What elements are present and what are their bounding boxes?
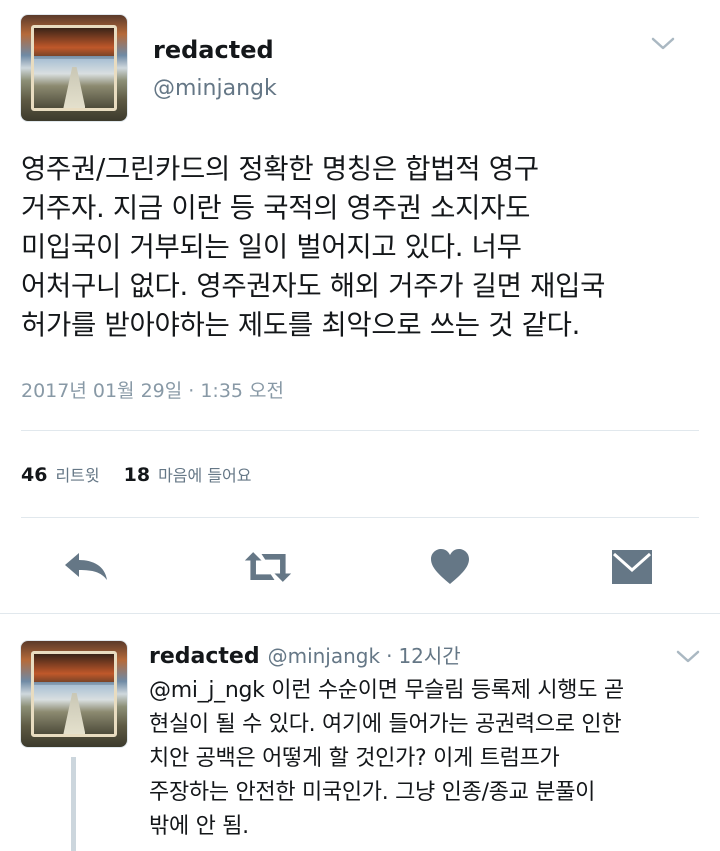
tweet-text: 영주권/그린카드의 정확한 명칭은 합법적 영구 거주자. 지금 이란 등 국적… — [21, 153, 606, 341]
retweet-count[interactable]: 46 — [21, 464, 47, 486]
tweet-stats: 46 리트윗 18 마음에 들어요 — [21, 462, 275, 486]
reply-button[interactable] — [61, 545, 111, 589]
chevron-down-icon[interactable] — [650, 36, 676, 52]
reply-text: @mi_j_ngk 이런 수순이면 무슬림 등록제 시행도 곧 현실이 될 수 … — [149, 678, 624, 839]
envelope-icon — [612, 550, 652, 584]
reply-header: redacted @minjangk · 12시간 — [149, 640, 461, 669]
main-tweet: redacted @minjangk 영주권/그린카드의 정확한 명칭은 합법적… — [0, 0, 720, 613]
relative-time[interactable]: 12시간 — [398, 640, 460, 669]
heart-icon — [431, 549, 469, 584]
user-handle[interactable]: @minjangk — [153, 76, 277, 101]
retweet-label[interactable]: 리트윗 — [55, 462, 99, 486]
avatar-frame — [31, 25, 117, 111]
avatar-frame — [31, 651, 117, 737]
reply-icon — [65, 553, 107, 580]
chevron-down-icon[interactable] — [675, 649, 701, 665]
direct-message-button[interactable] — [607, 545, 657, 589]
thread-line — [71, 757, 76, 851]
display-name[interactable]: redacted — [153, 36, 274, 64]
like-count[interactable]: 18 — [124, 464, 150, 486]
avatar[interactable] — [20, 14, 128, 122]
reply-tweet[interactable]: redacted @minjangk · 12시간 @mi_j_ngk 이런 수… — [0, 614, 720, 851]
retweet-button[interactable] — [243, 545, 293, 589]
display-name[interactable]: redacted — [149, 644, 260, 669]
divider — [21, 517, 699, 518]
user-handle[interactable]: @minjangk — [268, 644, 380, 668]
retweet-icon — [244, 552, 292, 582]
divider — [21, 430, 699, 431]
timestamp[interactable]: 2017년 01월 29일 · 1:35 오전 — [21, 376, 284, 403]
separator: · — [386, 644, 393, 668]
like-button[interactable] — [425, 545, 475, 589]
avatar[interactable] — [20, 640, 128, 748]
like-label[interactable]: 마음에 들어요 — [158, 462, 251, 486]
